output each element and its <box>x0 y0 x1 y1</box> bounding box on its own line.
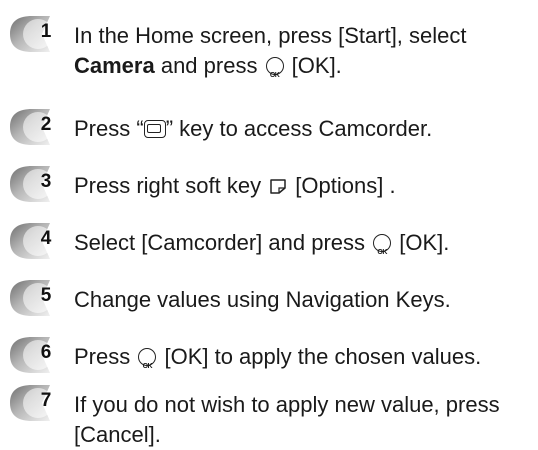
step-text: In the Home screen, press [Start], selec… <box>74 21 534 81</box>
step-badge: 6 <box>6 335 58 375</box>
camera-label: Camera <box>74 53 155 78</box>
step-badge: 2 <box>6 107 58 147</box>
step-number: 3 <box>40 171 52 192</box>
step-text: Press right soft key [Options] . <box>74 171 534 201</box>
step-text: If you do not wish to apply new value, p… <box>74 390 534 450</box>
right-softkey-icon <box>270 179 286 194</box>
step-number: 7 <box>40 390 52 411</box>
ok-glyph: OK <box>269 72 280 79</box>
step-number: 1 <box>40 21 52 42</box>
step-number: 4 <box>40 228 52 249</box>
step-number: 6 <box>40 342 52 363</box>
ok-button-icon: OK <box>265 57 284 79</box>
ok-glyph: OK <box>142 363 153 370</box>
step-text: Press “ ” key to access Camcorder. <box>74 114 534 144</box>
step-badge: 4 <box>6 221 58 261</box>
step-badge: 7 <box>6 383 58 423</box>
step-2-pre: Press “ <box>74 116 144 141</box>
step-3-pre: Press right soft key <box>74 173 268 198</box>
step-7-line2: [Cancel]. <box>74 422 161 447</box>
step-text: Press OK [OK] to apply the chosen values… <box>74 342 534 372</box>
step-1-line1: In the Home screen, press [Start], selec… <box>74 23 467 48</box>
step-number: 2 <box>40 114 52 135</box>
camera-key-icon <box>143 120 166 138</box>
step-badge: 3 <box>6 164 58 204</box>
step-5-text: Change values using Navigation Keys. <box>74 287 451 312</box>
step-number: 5 <box>40 285 52 306</box>
step-7-line1: If you do not wish to apply new value, p… <box>74 392 500 417</box>
step-3-post: [Options] . <box>289 173 396 198</box>
step-4-post: [OK]. <box>393 230 450 255</box>
ok-button-icon: OK <box>373 234 392 256</box>
step-6-post: [OK] to apply the chosen values. <box>158 344 482 369</box>
step-badge: 5 <box>6 278 58 318</box>
step-badge: 1 <box>6 14 58 54</box>
step-text: Change values using Navigation Keys. <box>74 285 534 315</box>
step-1-mid: and press <box>154 53 264 78</box>
step-text: Select [Camcorder] and press OK [OK]. <box>74 228 534 258</box>
step-1-end: [OK]. <box>285 53 342 78</box>
step-6-pre: Press <box>74 344 137 369</box>
ok-button-icon: OK <box>138 348 157 370</box>
step-2-post: ” key to access Camcorder. <box>165 116 433 141</box>
ok-glyph: OK <box>377 249 387 256</box>
step-4-pre: Select [Camcorder] and press <box>74 230 372 255</box>
